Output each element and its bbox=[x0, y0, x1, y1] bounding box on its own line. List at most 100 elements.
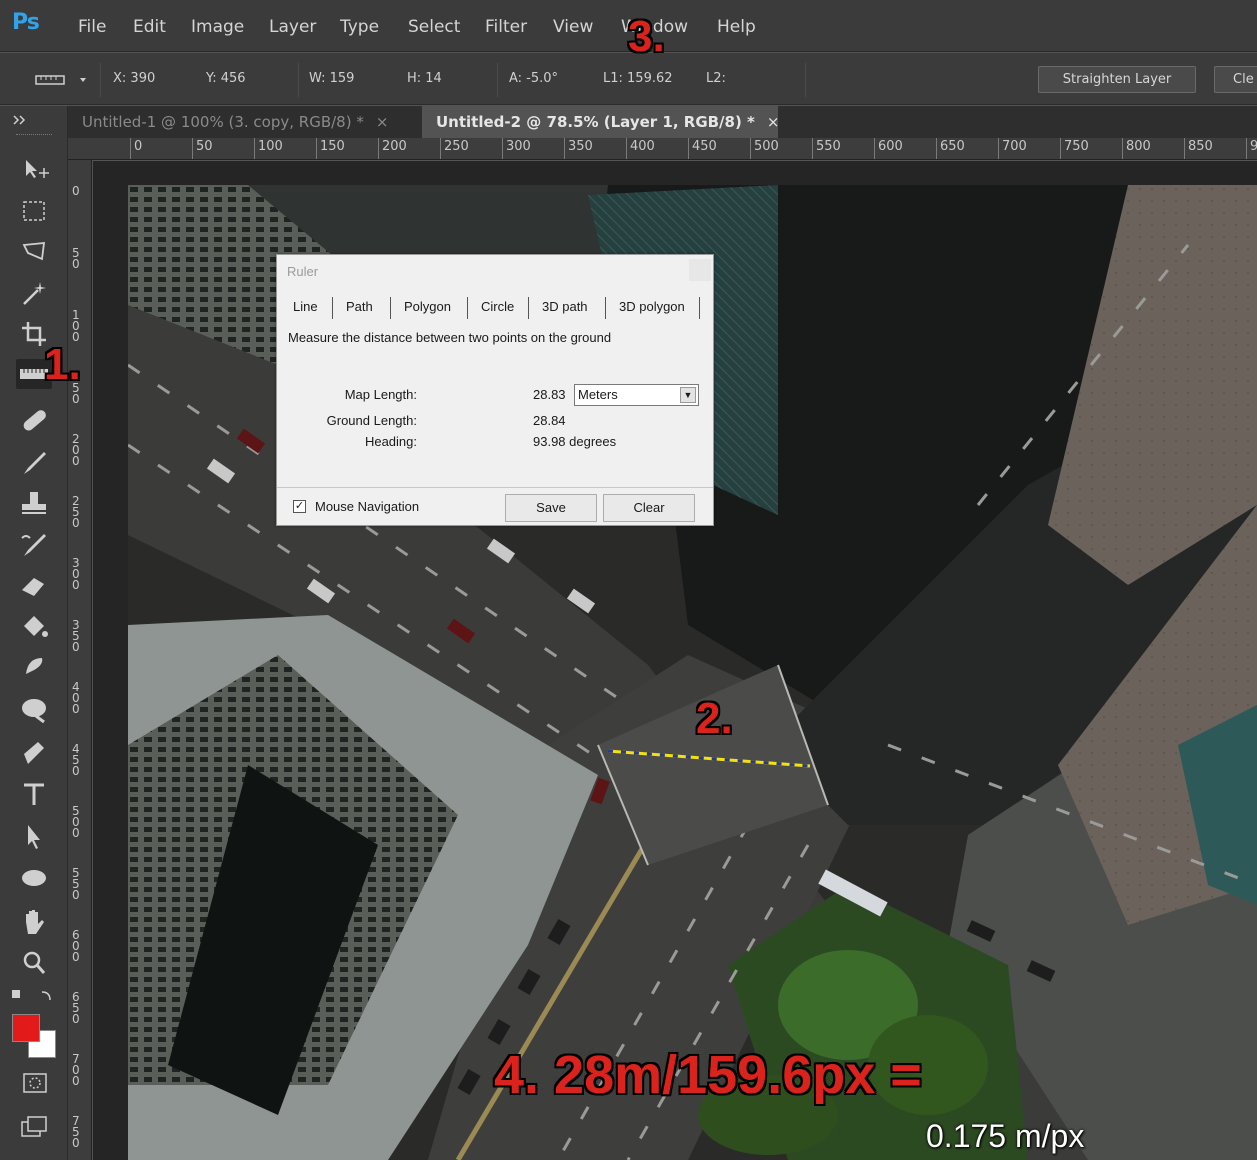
ruler-tick bbox=[1122, 138, 1123, 159]
ruler-tick bbox=[378, 138, 379, 159]
tool-preset-picker[interactable] bbox=[28, 70, 96, 90]
vertical-ruler: 0 50 100 150 200 250 300 350 400 450 500 550 600 650 7… bbox=[68, 160, 92, 1160]
chevron-down-icon: ▼ bbox=[680, 387, 696, 403]
ruler-label: 650 bbox=[940, 139, 965, 154]
tab-untitled-1[interactable]: Untitled-1 @ 100% (3. copy, RGB/8) * × bbox=[68, 106, 418, 138]
dialog-clear-button[interactable]: Clear bbox=[603, 494, 695, 522]
ruler-label: 250 bbox=[444, 139, 469, 154]
menu-layer[interactable]: Layer bbox=[269, 17, 316, 37]
height-readout: H: 14 bbox=[407, 71, 442, 86]
menu-image[interactable]: Image bbox=[191, 17, 244, 37]
mouse-navigation-checkbox[interactable]: ✓ bbox=[293, 500, 306, 513]
ruler-label: 150 bbox=[320, 139, 345, 154]
ruler-tick bbox=[812, 138, 813, 159]
length2-readout: L2: bbox=[706, 71, 726, 86]
annotation-step-3: 3. bbox=[628, 12, 665, 61]
history-brush-icon[interactable] bbox=[16, 530, 52, 560]
move-tool-icon[interactable] bbox=[16, 154, 52, 184]
brush-icon[interactable] bbox=[16, 448, 52, 478]
unit-select[interactable]: Meters ▼ bbox=[574, 384, 699, 406]
ruler-dialog: Ruler Line Path Polygon Circle 3D path 3… bbox=[276, 254, 714, 526]
annotation-step-1: 1. bbox=[44, 340, 81, 389]
path-selection-icon[interactable] bbox=[16, 821, 52, 851]
ruler-tick bbox=[1060, 138, 1061, 159]
swap-colors-icon[interactable] bbox=[10, 988, 58, 1004]
ruler-label: 500 bbox=[754, 139, 779, 154]
ruler-tick bbox=[1184, 138, 1185, 159]
type-icon[interactable] bbox=[16, 779, 52, 809]
tab-circle[interactable]: Circle bbox=[481, 299, 514, 314]
ruler-label: 100 bbox=[72, 308, 80, 344]
ruler-label: 50 bbox=[196, 139, 213, 154]
paint-bucket-icon[interactable] bbox=[16, 612, 52, 642]
screen-mode-icon[interactable] bbox=[16, 1112, 52, 1142]
spot-healing-icon[interactable] bbox=[16, 406, 52, 436]
ruler-label: 500 bbox=[72, 804, 80, 840]
ruler-icon bbox=[35, 75, 86, 85]
ruler-tick bbox=[192, 138, 193, 159]
ruler-label: 350 bbox=[72, 618, 80, 654]
ruler-tick bbox=[316, 138, 317, 159]
ruler-label: 600 bbox=[72, 928, 80, 964]
ellipse-icon[interactable] bbox=[16, 863, 52, 893]
map-length-label: Map Length: bbox=[344, 387, 417, 402]
ruler-label: 750 bbox=[72, 1114, 80, 1150]
ruler-tick bbox=[688, 138, 689, 159]
magic-wand-icon[interactable] bbox=[16, 278, 52, 308]
menu-select[interactable]: Select bbox=[408, 17, 460, 37]
tab-polygon[interactable]: Polygon bbox=[404, 299, 451, 314]
ruler-label: 550 bbox=[816, 139, 841, 154]
ruler-tick bbox=[750, 138, 751, 159]
ruler-label: 450 bbox=[72, 742, 80, 778]
menu-help[interactable]: Help bbox=[717, 17, 756, 37]
ruler-label: 300 bbox=[72, 556, 80, 592]
menu-edit[interactable]: Edit bbox=[133, 17, 166, 37]
dialog-close-button[interactable] bbox=[689, 259, 711, 281]
chevron-down-icon bbox=[80, 78, 86, 82]
hand-icon[interactable] bbox=[16, 906, 52, 936]
zoom-icon[interactable] bbox=[16, 948, 52, 978]
ruler-tick bbox=[1246, 138, 1247, 159]
marquee-icon[interactable] bbox=[16, 196, 52, 226]
tab-line[interactable]: Line bbox=[293, 299, 318, 314]
menu-type[interactable]: Type bbox=[340, 17, 379, 37]
straighten-layer-button[interactable]: Straighten Layer bbox=[1038, 66, 1196, 93]
collapse-icon[interactable] bbox=[10, 110, 30, 130]
quick-mask-icon[interactable] bbox=[16, 1068, 52, 1098]
ruler-label: 550 bbox=[72, 866, 80, 902]
ruler-label: 400 bbox=[72, 680, 80, 716]
tab-3d-path[interactable]: 3D path bbox=[542, 299, 588, 314]
ruler-label: 200 bbox=[72, 432, 80, 468]
lasso-icon[interactable] bbox=[16, 237, 52, 267]
smudge-icon[interactable] bbox=[16, 652, 52, 682]
close-icon[interactable]: × bbox=[376, 113, 389, 131]
tab-3d-polygon[interactable]: 3D polygon bbox=[619, 299, 685, 314]
heading-label: Heading: bbox=[364, 434, 417, 449]
annotation-result: 0.175 m/px bbox=[926, 1118, 1085, 1154]
map-length-value: 28.83 bbox=[533, 387, 566, 402]
ruler-label: 700 bbox=[1002, 139, 1027, 154]
clear-button[interactable]: Cle bbox=[1214, 66, 1257, 93]
ruler-label: 250 bbox=[72, 494, 80, 530]
menu-filter[interactable]: Filter bbox=[485, 17, 527, 37]
annotation-step-4: 4. 28m/159.6px = bbox=[494, 1045, 922, 1105]
eraser-icon[interactable] bbox=[16, 570, 52, 600]
foreground-color-swatch[interactable] bbox=[12, 1014, 40, 1042]
ruler-label: 750 bbox=[1064, 139, 1089, 154]
save-button[interactable]: Save bbox=[505, 494, 597, 522]
y-readout: Y: 456 bbox=[206, 71, 246, 86]
stamp-icon[interactable] bbox=[16, 488, 52, 518]
menu-view[interactable]: View bbox=[553, 17, 593, 37]
ruler-label: 850 bbox=[1188, 139, 1213, 154]
ruler-tick bbox=[564, 138, 565, 159]
ruler-label: 800 bbox=[1126, 139, 1151, 154]
pen-icon[interactable] bbox=[16, 738, 52, 768]
dialog-description: Measure the distance between two points … bbox=[288, 330, 612, 345]
menu-file[interactable]: File bbox=[78, 17, 106, 37]
ruler-label: 9 bbox=[1250, 139, 1257, 154]
tab-path[interactable]: Path bbox=[346, 299, 373, 314]
dodge-icon[interactable] bbox=[16, 694, 52, 724]
tab-untitled-2[interactable]: Untitled-2 @ 78.5% (Layer 1, RGB/8) * × bbox=[422, 106, 780, 138]
close-icon[interactable]: × bbox=[767, 113, 780, 131]
ruler-label: 0 bbox=[134, 139, 143, 154]
